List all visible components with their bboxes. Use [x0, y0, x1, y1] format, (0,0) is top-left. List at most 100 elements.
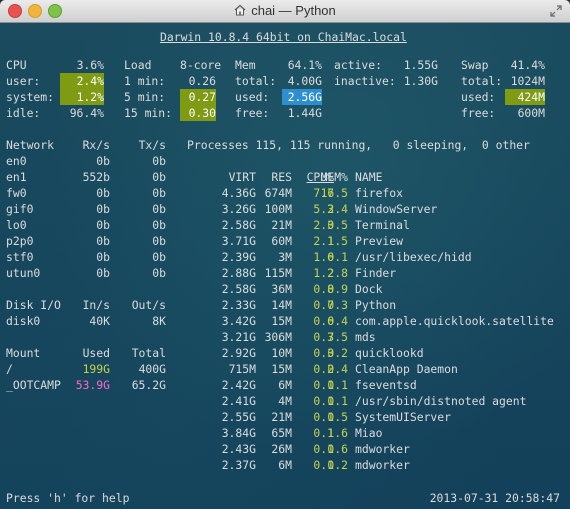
mount-bootcamp-name: _OOTCAMP	[6, 378, 61, 392]
swap-label: Swap	[461, 58, 489, 72]
swap-used-value: 424M	[505, 89, 545, 105]
load-cores: 8-core	[180, 58, 222, 72]
diskio-in: 40K	[89, 314, 110, 328]
host-info: Darwin 10.8.4 64bit on ChaiMac.local	[160, 30, 407, 44]
help-hint: Press 'h' for help	[6, 491, 130, 505]
swap-free-value: 600M	[517, 106, 545, 120]
home-folder-icon	[234, 4, 246, 16]
proc-res: 115M	[264, 266, 292, 280]
proc-mem: 0.3	[327, 298, 348, 312]
proc-virt: 2.92G	[221, 346, 256, 360]
terminal-content[interactable]: Darwin 10.8.4 64bit on ChaiMac.local CPU…	[0, 23, 570, 509]
proc-virt: 2.33G	[221, 298, 256, 312]
proc-name: firefox	[355, 186, 404, 200]
proc-virt: 2.41G	[221, 394, 256, 408]
mount-root-used: 199G	[82, 362, 110, 376]
cpu-label: CPU	[6, 58, 27, 72]
mem-percent: 64.1%	[287, 58, 322, 72]
swap-used-label: used:	[461, 90, 496, 104]
mount-header: Mount	[6, 346, 41, 360]
network-iface: fw0	[6, 186, 27, 200]
proc-virt: 3.26G	[221, 202, 256, 216]
cpu-user-value: 2.4%	[60, 73, 104, 89]
network-header: Network	[6, 138, 55, 152]
network-iface: stf0	[6, 250, 34, 264]
network-iface: utun0	[6, 266, 41, 280]
proc-virt: 2.55G	[221, 410, 256, 424]
diskio-header: Disk I/O	[6, 298, 61, 312]
network-rx: 552b	[82, 170, 110, 184]
title-bar[interactable]: chai — Python	[0, 0, 570, 23]
swap-total-label: total:	[461, 74, 503, 88]
network-iface: gif0	[6, 202, 34, 216]
network-tx: 0b	[152, 250, 166, 264]
cpu-idle-label: idle:	[6, 106, 41, 120]
proc-mem: 0.1	[327, 250, 348, 264]
cpu-user-label: user:	[6, 74, 41, 88]
swap-percent: 41.4%	[510, 58, 545, 72]
diskio-in-header: In/s	[82, 298, 110, 312]
mem-inactive-label: inactive:	[334, 74, 396, 88]
proc-name: mds	[355, 330, 376, 344]
network-tx: 0b	[152, 234, 166, 248]
network-tx: 0b	[152, 170, 166, 184]
proc-name: com.apple.quicklook.satellite	[355, 314, 554, 328]
proc-virt: 4.36G	[221, 186, 256, 200]
proc-name: Dock	[355, 282, 383, 296]
network-rx: 0b	[96, 186, 110, 200]
proc-name: /usr/libexec/hidd	[355, 250, 472, 264]
proc-name: fseventsd	[355, 378, 417, 392]
proc-virt: 715M	[228, 362, 256, 376]
load-5min-value: 0.27	[180, 89, 216, 105]
proc-res: 10M	[271, 346, 292, 360]
network-rx: 0b	[96, 218, 110, 232]
proc-res: 4M	[278, 394, 292, 408]
network-tx: 0b	[152, 202, 166, 216]
cpu-total: 3.6%	[76, 58, 104, 72]
network-tx: 0b	[152, 266, 166, 280]
mount-bootcamp-used: 53.9G	[75, 378, 110, 392]
proc-mem: 0.2	[327, 458, 348, 472]
proc-mem: 0.1	[327, 378, 348, 392]
mem-active-value: 1.55G	[403, 58, 438, 72]
network-rx: 0b	[96, 250, 110, 264]
proc-mem: 0.9	[327, 282, 348, 296]
mount-root-total: 400G	[138, 362, 166, 376]
mount-bootcamp-total: 65.2G	[131, 378, 166, 392]
load-1min-label: 1 min:	[124, 74, 166, 88]
proc-mem: 1.6	[327, 426, 348, 440]
mem-total-label: total:	[235, 74, 277, 88]
proc-mem: 7.5	[327, 330, 348, 344]
mount-total-header: Total	[131, 346, 166, 360]
proc-virt-header: VIRT	[228, 170, 256, 184]
proc-virt: 2.58G	[221, 282, 256, 296]
proc-name: SystemUIServer	[355, 410, 452, 424]
proc-virt: 2.42G	[221, 378, 256, 392]
proc-res: 36M	[271, 282, 292, 296]
proc-mem: 0.4	[327, 314, 348, 328]
proc-mem-header: MEM%	[320, 170, 348, 184]
proc-virt: 2.43G	[221, 442, 256, 456]
fullscreen-icon[interactable]	[550, 5, 562, 17]
proc-virt: 3.71G	[221, 234, 256, 248]
proc-virt: 3.42G	[221, 314, 256, 328]
proc-mem: 2.4	[327, 202, 348, 216]
process-summary: Processes 115, 115 running, 0 sleeping, …	[187, 138, 530, 152]
proc-name: Python	[355, 298, 397, 312]
load-1min-value: 0.26	[188, 74, 216, 88]
network-rx: 0b	[96, 266, 110, 280]
proc-res: 60M	[271, 234, 292, 248]
network-tx: 0b	[152, 154, 166, 168]
mem-total-value: 4.00G	[287, 74, 322, 88]
cpu-system-value: 1.2%	[60, 89, 104, 105]
network-iface: en0	[6, 154, 27, 168]
proc-res-header: RES	[271, 170, 292, 184]
swap-free-label: free:	[461, 106, 496, 120]
network-tx: 0b	[152, 186, 166, 200]
network-rx: 0b	[96, 234, 110, 248]
proc-virt: 2.88G	[221, 266, 256, 280]
proc-res: 306M	[264, 330, 292, 344]
proc-res: 100M	[264, 202, 292, 216]
mem-used-label: used:	[235, 90, 270, 104]
proc-name: CleanApp Daemon	[355, 362, 458, 376]
